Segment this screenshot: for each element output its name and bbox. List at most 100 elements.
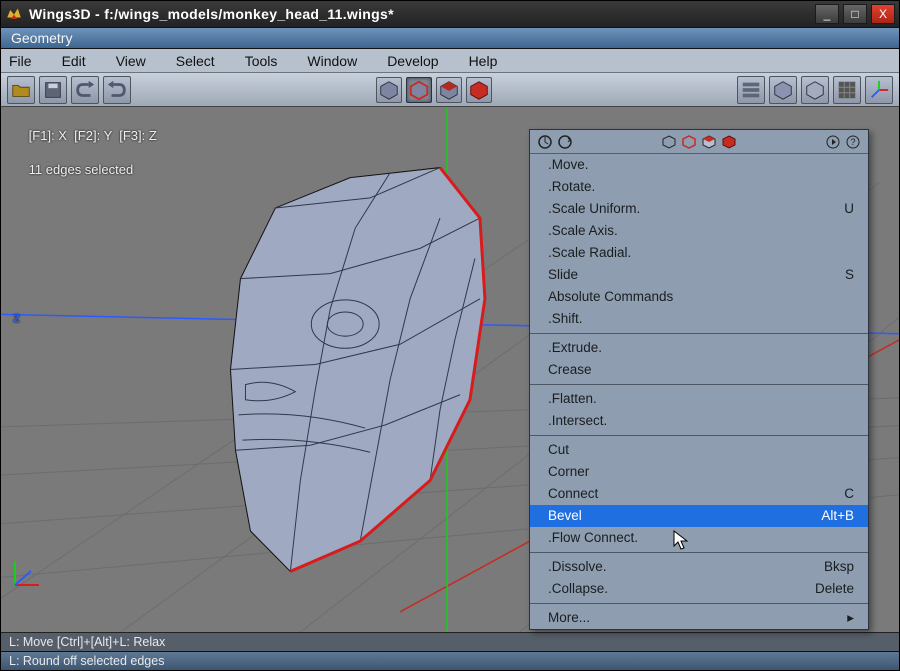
ctx-separator [530, 435, 868, 436]
face-mode-button[interactable] [436, 77, 462, 103]
ctx-item-label: .Scale Axis. [548, 221, 854, 241]
ctx-item-dissolve[interactable]: .Dissolve.Bksp [530, 556, 868, 578]
edge-context-menu: ? .Move..Rotate..Scale Uniform.U.Scale A… [529, 129, 869, 630]
ctx-item-label: .Intersect. [548, 411, 854, 431]
ctx-item-scaleuniform[interactable]: .Scale Uniform.U [530, 198, 868, 220]
menu-window[interactable]: Window [307, 53, 357, 69]
geometry-strip: Geometry [1, 27, 899, 49]
repeat-last-icon[interactable] [536, 133, 554, 151]
undo-button[interactable] [71, 76, 99, 104]
ctx-item-flowconnect[interactable]: .Flow Connect. [530, 527, 868, 549]
ctx-item-rotate[interactable]: .Rotate. [530, 176, 868, 198]
hud-line2: 11 edges selected [29, 162, 134, 177]
flat-shade-button[interactable] [801, 76, 829, 104]
display-group [737, 76, 893, 104]
menu-select[interactable]: Select [176, 53, 215, 69]
wings-icon [5, 4, 23, 25]
menu-help[interactable]: Help [469, 53, 498, 69]
menu-develop[interactable]: Develop [387, 53, 438, 69]
ctx-item-label: .Shift. [548, 309, 854, 329]
ctx-item-label: Absolute Commands [548, 287, 854, 307]
repeat-drag-icon[interactable] [556, 133, 574, 151]
edge-mode-button[interactable] [406, 77, 432, 103]
redo-button[interactable] [103, 76, 131, 104]
svg-text:?: ? [850, 137, 855, 147]
status-line1: L: Move [Ctrl]+[Alt]+L: Relax [9, 635, 165, 649]
ctx-item-extrude[interactable]: .Extrude. [530, 337, 868, 359]
status-line2: L: Round off selected edges [9, 654, 164, 668]
edge-mode-icon[interactable] [680, 133, 698, 151]
ctx-item-connect[interactable]: ConnectC [530, 483, 868, 505]
body-mode-button[interactable] [466, 77, 492, 103]
face-mode-icon[interactable] [700, 133, 718, 151]
ctx-item-bevel[interactable]: BevelAlt+B [530, 505, 868, 527]
ctx-item-flatten[interactable]: .Flatten. [530, 388, 868, 410]
save-button[interactable] [39, 76, 67, 104]
ctx-item-absolutecommands[interactable]: Absolute Commands [530, 286, 868, 308]
menu-file[interactable]: File [9, 53, 32, 69]
ctx-item-scaleaxis[interactable]: .Scale Axis. [530, 220, 868, 242]
ctx-item-intersect[interactable]: .Intersect. [530, 410, 868, 432]
origin-gizmo [9, 557, 43, 594]
statusbar-mouse: L: Move [Ctrl]+[Alt]+L: Relax [1, 632, 899, 651]
ctx-item-label: Bevel [548, 506, 821, 526]
ctx-item-slide[interactable]: SlideS [530, 264, 868, 286]
ctx-separator [530, 603, 868, 604]
ctx-item-corner[interactable]: Corner [530, 461, 868, 483]
menubar: File Edit View Select Tools Window Devel… [1, 49, 899, 73]
context-iconbar: ? [530, 130, 868, 154]
help-mode-icon[interactable]: ? [844, 133, 862, 151]
ground-plane-button[interactable] [833, 76, 861, 104]
ctx-item-label: .Scale Uniform. [548, 199, 844, 219]
geometry-label: Geometry [11, 30, 72, 46]
ctx-item-shortcut: Delete [815, 579, 854, 599]
ctx-item-label: .Scale Radial. [548, 243, 854, 263]
ctx-item-label: .Rotate. [548, 177, 854, 197]
menu-tools[interactable]: Tools [245, 53, 278, 69]
ctx-item-shortcut: Bksp [824, 557, 854, 577]
maximize-button[interactable]: □ [843, 4, 867, 24]
ctx-item-label: Connect [548, 484, 844, 504]
ctx-item-label: .Flow Connect. [548, 528, 854, 548]
ctx-item-label: Corner [548, 462, 854, 482]
menu-edit[interactable]: Edit [62, 53, 86, 69]
ctx-item-shortcut: C [844, 484, 854, 504]
smooth-preview-button[interactable] [769, 76, 797, 104]
minimize-button[interactable]: _ [815, 4, 839, 24]
ctx-item-shift[interactable]: .Shift. [530, 308, 868, 330]
ctx-item-label: More... [548, 608, 847, 628]
body-mode-icon[interactable] [720, 133, 738, 151]
ctx-separator [530, 384, 868, 385]
ctx-item-shortcut: U [844, 199, 854, 219]
menu-view[interactable]: View [116, 53, 146, 69]
hud: [F1]: X [F2]: Y [F3]: Z 11 edges selecte… [7, 110, 157, 195]
cursor-mode-icon[interactable] [824, 133, 842, 151]
ctx-item-move[interactable]: .Move. [530, 154, 868, 176]
axes-toggle-button[interactable] [865, 76, 893, 104]
ctx-item-label: .Move. [548, 155, 854, 175]
ctx-item-scaleradial[interactable]: .Scale Radial. [530, 242, 868, 264]
ctx-item-label: .Dissolve. [548, 557, 824, 577]
submenu-arrow-icon: ▸ [847, 608, 854, 628]
axis-z-label: z [13, 309, 20, 325]
titlebar[interactable]: Wings3D - f:/wings_models/monkey_head_11… [1, 1, 899, 27]
ctx-item-cut[interactable]: Cut [530, 439, 868, 461]
statusbar-hint: L: Round off selected edges [1, 651, 899, 670]
ctx-separator [530, 552, 868, 553]
ctx-item-crease[interactable]: Crease [530, 359, 868, 381]
vertex-mode-button[interactable] [376, 77, 402, 103]
selection-mode-group [376, 77, 492, 103]
vertex-mode-icon[interactable] [660, 133, 678, 151]
ctx-item-more[interactable]: More...▸ [530, 607, 868, 629]
ctx-item-label: Cut [548, 440, 854, 460]
ctx-item-label: .Flatten. [548, 389, 854, 409]
open-button[interactable] [7, 76, 35, 104]
close-button[interactable]: X [871, 4, 895, 24]
ctx-item-collapse[interactable]: .Collapse.Delete [530, 578, 868, 600]
prefs-button[interactable] [737, 76, 765, 104]
ctx-item-label: Slide [548, 265, 845, 285]
hud-line1: [F1]: X [F2]: Y [F3]: Z [29, 128, 157, 143]
ctx-item-label: .Extrude. [548, 338, 854, 358]
ctx-item-shortcut: Alt+B [821, 506, 854, 526]
toolbar [1, 73, 899, 107]
